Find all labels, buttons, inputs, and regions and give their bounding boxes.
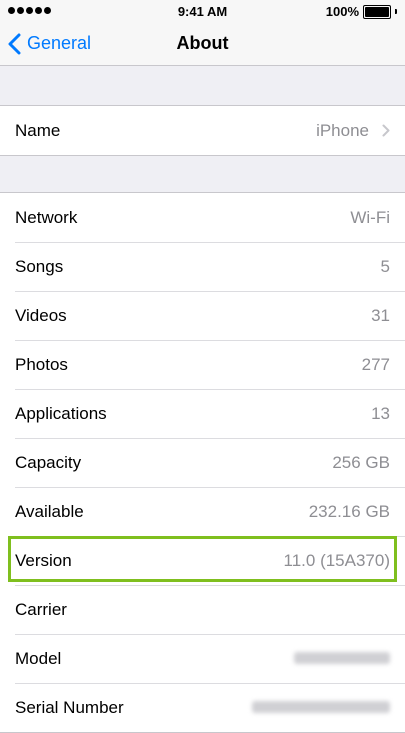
applications-row: Applications 13 <box>0 389 405 438</box>
name-label: Name <box>15 121 61 140</box>
songs-label: Songs <box>15 257 64 276</box>
available-label: Available <box>15 502 84 521</box>
version-row: Version 11.0 (15A370) <box>0 536 405 585</box>
carrier-label: Carrier <box>15 600 67 619</box>
network-label: Network <box>15 208 78 227</box>
navigation-bar: General About <box>0 22 405 66</box>
page-title: About <box>176 33 229 53</box>
songs-value: 5 <box>380 257 390 276</box>
battery-percentage: 100% <box>325 4 359 19</box>
capacity-row: Capacity 256 GB <box>0 438 405 487</box>
photos-value: 277 <box>361 355 390 374</box>
model-redacted-value <box>294 652 390 664</box>
videos-label: Videos <box>15 306 67 325</box>
status-bar: 9:41 AM 100% <box>0 0 405 22</box>
capacity-label: Capacity <box>15 453 82 472</box>
photos-label: Photos <box>15 355 68 374</box>
info-group: Network Wi-Fi Songs 5 Videos 31 Photos 2… <box>0 192 405 733</box>
version-value: 11.0 (15A370) <box>283 551 390 570</box>
network-value: Wi-Fi <box>350 208 390 227</box>
name-value: iPhone <box>316 121 369 140</box>
name-row[interactable]: Name iPhone <box>0 106 405 155</box>
battery-icon <box>363 4 391 19</box>
battery-indicator: 100% <box>326 4 397 19</box>
photos-row: Photos 277 <box>0 340 405 389</box>
available-row: Available 232.16 GB <box>0 487 405 536</box>
model-label: Model <box>15 649 62 668</box>
applications-value: 13 <box>371 404 390 423</box>
name-group: Name iPhone <box>0 105 405 156</box>
model-row[interactable]: Model <box>0 634 405 683</box>
carrier-row[interactable]: Carrier <box>0 585 405 634</box>
capacity-value: 256 GB <box>332 453 390 472</box>
applications-label: Applications <box>15 404 107 423</box>
network-row: Network Wi-Fi <box>0 193 405 242</box>
videos-value: 31 <box>371 306 390 325</box>
serial-number-redacted-value <box>252 701 390 713</box>
serial-number-label: Serial Number <box>15 698 124 717</box>
songs-row: Songs 5 <box>0 242 405 291</box>
serial-number-row[interactable]: Serial Number <box>0 683 405 732</box>
chevron-right-icon <box>382 124 390 137</box>
version-label: Version <box>15 551 72 570</box>
available-value: 232.16 GB <box>308 502 390 521</box>
videos-row: Videos 31 <box>0 291 405 340</box>
